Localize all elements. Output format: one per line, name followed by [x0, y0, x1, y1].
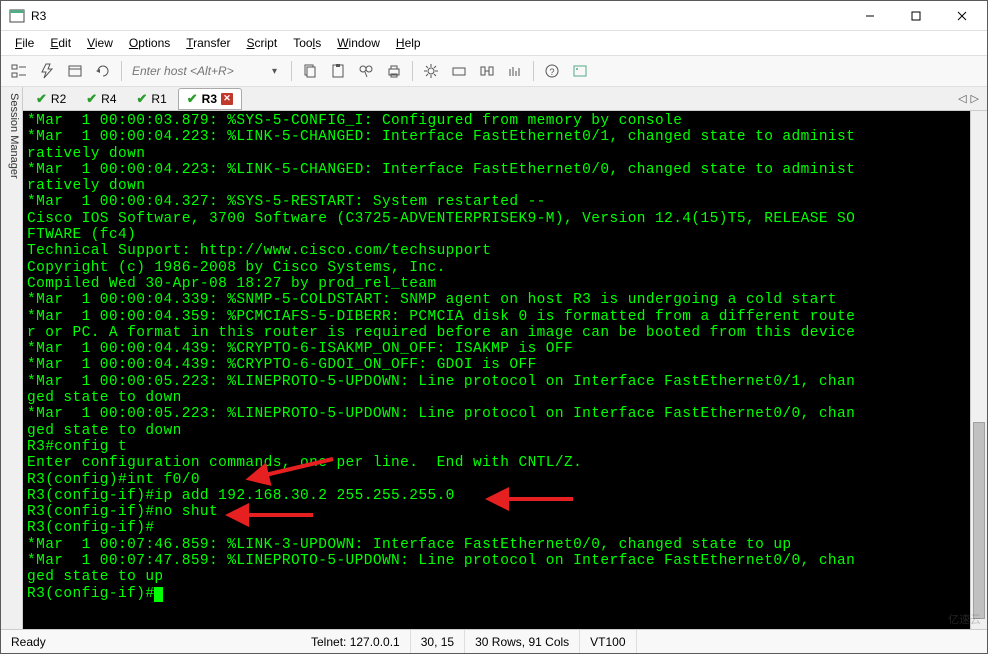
- paste-icon[interactable]: [326, 59, 350, 83]
- app-icon: [9, 8, 25, 24]
- host-dropdown-icon[interactable]: ▾: [272, 66, 285, 77]
- statusbar: Ready Telnet: 127.0.0.1 30, 15 30 Rows, …: [1, 629, 987, 653]
- menu-help[interactable]: Help: [390, 34, 427, 52]
- window-titlebar: R3: [1, 1, 987, 31]
- menu-script[interactable]: Script: [241, 34, 284, 52]
- tab-r4[interactable]: ✔ R4: [77, 88, 125, 110]
- close-tab-icon[interactable]: ✕: [221, 93, 233, 105]
- check-icon: ✔: [137, 91, 148, 107]
- check-icon: ✔: [86, 91, 97, 107]
- vertical-scrollbar[interactable]: [970, 111, 987, 629]
- tab-label: R2: [51, 92, 66, 106]
- tab-label: R3: [202, 92, 217, 106]
- menu-tools[interactable]: Tools: [287, 34, 327, 52]
- copy-icon[interactable]: [298, 59, 322, 83]
- tabstrip: ✔R2 ✔R4 ✔R1 ✔R3✕ ◁ ▷: [23, 87, 987, 111]
- terminal-output[interactable]: *Mar 1 00:00:03.879: %SYS-5-CONFIG_I: Co…: [23, 111, 970, 629]
- tab-label: R1: [151, 92, 166, 106]
- python-icon[interactable]: [568, 59, 592, 83]
- options-icon[interactable]: [419, 59, 443, 83]
- session-manager-sidebar[interactable]: Session Manager: [1, 87, 23, 629]
- menu-options[interactable]: Options: [123, 34, 176, 52]
- tab-scroll-left-icon[interactable]: ◁: [958, 92, 966, 105]
- help-icon[interactable]: ?: [540, 59, 564, 83]
- connect-tab-icon[interactable]: [63, 59, 87, 83]
- tab-r3[interactable]: ✔ R3 ✕: [178, 88, 242, 110]
- watermark: 亿速云: [948, 611, 981, 627]
- find-icon[interactable]: [354, 59, 378, 83]
- status-cursor-pos: 30, 15: [411, 630, 465, 653]
- status-connection: Telnet: 127.0.0.1: [301, 630, 411, 653]
- check-icon: ✔: [36, 91, 47, 107]
- x11-icon[interactable]: [503, 59, 527, 83]
- host-input[interactable]: [128, 62, 268, 80]
- toolbar: ▾ ?: [1, 55, 987, 87]
- check-icon: ✔: [187, 91, 198, 107]
- tab-r1[interactable]: ✔R1: [128, 88, 176, 110]
- tab-label: R4: [101, 92, 116, 106]
- menu-file[interactable]: File: [9, 34, 40, 52]
- tab-r2[interactable]: ✔ R2: [27, 88, 75, 110]
- scrollbar-thumb[interactable]: [973, 422, 985, 619]
- maximize-button[interactable]: [893, 1, 939, 31]
- menu-edit[interactable]: Edit: [44, 34, 77, 52]
- window-title: R3: [31, 9, 847, 23]
- session-mgr-icon[interactable]: [7, 59, 31, 83]
- status-term-type: VT100: [580, 630, 636, 653]
- quick-connect-icon[interactable]: [35, 59, 59, 83]
- menu-view[interactable]: View: [81, 34, 119, 52]
- menu-window[interactable]: Window: [331, 34, 386, 52]
- port-forward-icon[interactable]: [475, 59, 499, 83]
- print-icon[interactable]: [382, 59, 406, 83]
- status-size: 30 Rows, 91 Cols: [465, 630, 580, 653]
- reconnect-icon[interactable]: [91, 59, 115, 83]
- menubar: File Edit View Options Transfer Script T…: [1, 31, 987, 55]
- menu-transfer[interactable]: Transfer: [180, 34, 236, 52]
- status-ready: Ready: [1, 630, 301, 653]
- close-button[interactable]: [939, 1, 985, 31]
- sidebar-label: Session Manager: [8, 93, 20, 179]
- keymap-icon[interactable]: [447, 59, 471, 83]
- tab-scroll-right-icon[interactable]: ▷: [971, 92, 979, 105]
- minimize-button[interactable]: [847, 1, 893, 31]
- svg-text:?: ?: [550, 67, 555, 77]
